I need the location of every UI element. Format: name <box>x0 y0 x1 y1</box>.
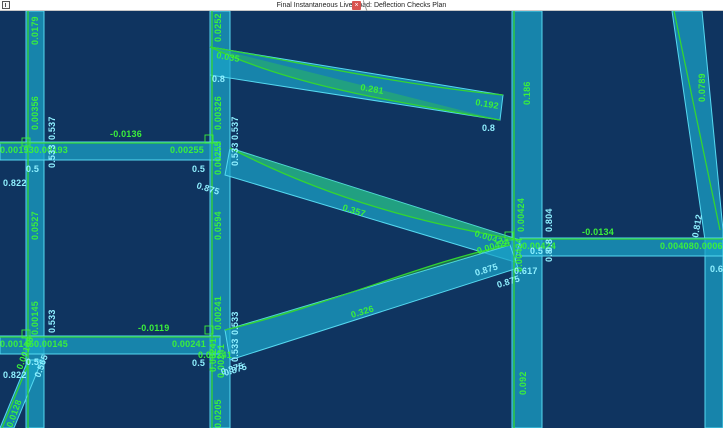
cyan-label: 0.822 <box>3 370 27 380</box>
cyan-label: 0.8 <box>482 123 495 133</box>
cyan-label: 0.533 <box>230 311 240 335</box>
cyan-label: 0.5 <box>26 164 39 174</box>
window-title: Final Instantaneous Live Load: Deflectio… <box>276 2 447 9</box>
green-label: 0.0252 <box>213 13 223 42</box>
cyan-label: 0.617 <box>514 266 538 276</box>
green-label: 0.0179 <box>30 16 40 45</box>
cyan-label: 0.533 <box>47 309 57 333</box>
cyan-label: 0.533 <box>230 142 240 166</box>
green-label: 0.00145 <box>30 301 40 335</box>
green-label: 0.00255 <box>170 145 204 155</box>
cyan-label: 0.537 <box>47 116 57 140</box>
deflection-plan-canvas[interactable]: 0.0179 0.0252 0.035 0.281 0.192 0.186 0.… <box>0 11 723 428</box>
green-label: -0.0136 <box>110 129 142 139</box>
cyan-label: 0.5 <box>530 246 543 256</box>
green-label: 0.00241 <box>172 339 206 349</box>
cyan-label: 0.5 <box>192 164 205 174</box>
green-label: 0.0205 <box>213 399 223 428</box>
green-label: 0.00241 <box>213 296 223 330</box>
green-label: 0.00424 <box>516 198 526 232</box>
cyan-label: 0.537 <box>230 116 240 140</box>
cyan-label: 0.8 <box>212 74 225 84</box>
cyan-label: 0.812 <box>690 213 704 238</box>
green-label: 0.0789 <box>697 73 707 102</box>
deflection-curve <box>209 46 501 121</box>
green-label: 0.00326 <box>213 96 223 130</box>
cyan-label: 0.6 <box>710 264 723 274</box>
green-label: -0.0119 <box>138 323 169 333</box>
green-label: 0.00255 <box>213 141 223 175</box>
green-label: 0.092 <box>518 371 528 395</box>
deflection-curve <box>224 244 511 331</box>
green-label: 0.186 <box>522 81 532 105</box>
beam[interactable] <box>224 244 519 361</box>
green-label: 0.00193 <box>0 145 34 155</box>
cyan-label: 0.804 <box>544 208 554 232</box>
green-label: 0.0527 <box>30 211 40 240</box>
cyan-label: 0.5 <box>192 358 205 368</box>
close-button[interactable]: × <box>352 1 361 10</box>
green-label: 0.00145 <box>34 339 68 349</box>
beams <box>0 11 723 428</box>
beam[interactable] <box>209 46 504 121</box>
cyan-label: 0.533 <box>47 144 57 168</box>
green-label: 0.0594 <box>213 211 223 240</box>
green-label: 0.00356 <box>30 96 40 130</box>
cyan-label: 0.533 <box>230 338 240 362</box>
green-label: 0.00408 <box>660 241 694 251</box>
cyan-label: 0.822 <box>3 178 27 188</box>
green-label: 0.0006 <box>694 241 723 251</box>
window-titlebar: Final Instantaneous Live Load: Deflectio… <box>0 0 723 11</box>
plan-drawing[interactable]: 0.0179 0.0252 0.035 0.281 0.192 0.186 0.… <box>0 11 723 428</box>
cyan-label: 0.8 <box>544 249 554 262</box>
green-label: -0.0134 <box>582 227 614 237</box>
tab-edge-icon <box>363 0 368 11</box>
